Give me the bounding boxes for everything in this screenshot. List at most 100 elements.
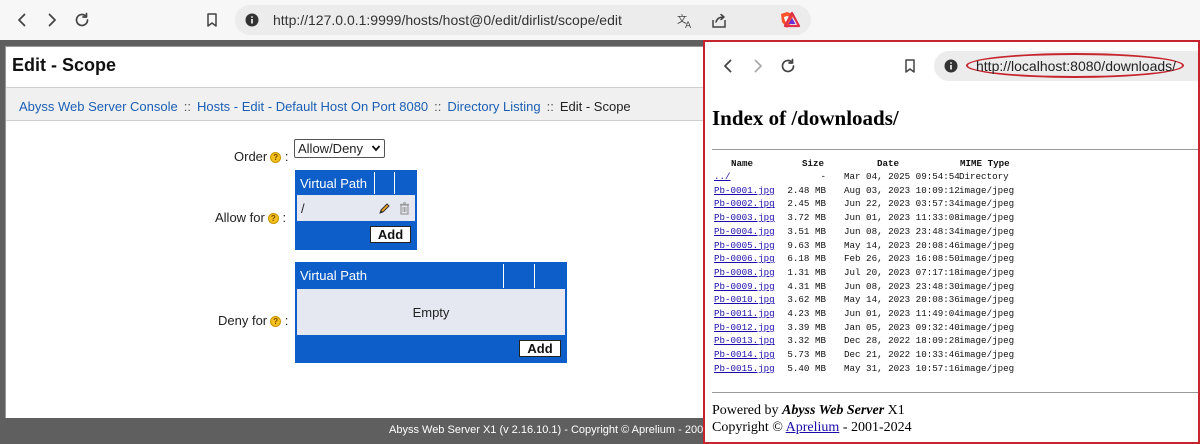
deny-for-label: Deny for — [218, 313, 268, 328]
file-link[interactable]: Pb-0014.jpg — [714, 349, 775, 360]
copyright-link[interactable]: Aprelium — [786, 420, 840, 435]
file-link[interactable]: Pb-0013.jpg — [714, 335, 775, 346]
forward-icon — [48, 13, 56, 27]
reload-icon — [781, 58, 795, 73]
file-date: Jun 08, 2023 23:48:30 — [844, 280, 960, 292]
popup-reload-button[interactable] — [779, 57, 797, 75]
file-size: 3.72 MB — [787, 212, 826, 224]
address-bar[interactable]: http://127.0.0.1:9999/hosts/host@0/edit/… — [235, 5, 811, 35]
deny-for-empty-text: Empty — [412, 305, 450, 320]
file-size: 4.23 MB — [787, 308, 826, 319]
file-link[interactable]: Pb-0011.jpg — [714, 308, 775, 319]
help-icon[interactable]: ? — [267, 213, 279, 225]
console-panel: Edit - Scope Abyss Web Server Console:: H… — [5, 46, 706, 419]
breadcrumb-console[interactable]: Abyss Web Server Console — [19, 99, 178, 114]
file-size: 2.48 MB — [787, 184, 826, 196]
translate-icon[interactable]: 文A — [676, 12, 694, 30]
trash-icon[interactable] — [398, 201, 411, 215]
allow-for-add-button[interactable]: Add — [370, 226, 411, 243]
file-size: 9.63 MB — [787, 239, 826, 251]
site-info-icon[interactable] — [245, 13, 259, 27]
help-icon[interactable]: ? — [270, 152, 282, 164]
file-link[interactable]: Pb-0001.jpg — [714, 185, 775, 196]
file-link[interactable]: Pb-0004.jpg — [714, 226, 775, 237]
file-mime-type: image/jpeg — [959, 335, 1015, 347]
file-link[interactable]: Pb-0009.jpg — [714, 281, 775, 292]
file-mime-type: image/jpeg — [959, 362, 1015, 374]
page-title: Edit - Scope — [12, 55, 117, 75]
site-info-icon[interactable] — [944, 59, 958, 73]
file-link[interactable]: Pb-0005.jpg — [714, 240, 775, 251]
edit-pencil-icon[interactable] — [378, 202, 391, 215]
column-size: Size — [801, 158, 824, 169]
file-size: 5.73 MB — [787, 349, 826, 361]
file-mime-type: image/jpeg — [959, 184, 1015, 196]
help-icon[interactable]: ? — [270, 316, 282, 328]
breadcrumb-current: Edit - Scope — [559, 99, 631, 114]
allow-for-row: / — [297, 195, 415, 221]
svg-text:A: A — [685, 21, 692, 30]
reload-button[interactable] — [70, 8, 94, 32]
deny-for-footer: Add — [297, 335, 565, 361]
order-label: Order — [234, 149, 268, 164]
file-size: 5.40 MB — [787, 362, 826, 374]
breadcrumb-separator: :: — [183, 99, 191, 114]
file-mime-type: image/jpeg — [959, 308, 1015, 319]
bookmark-button[interactable] — [200, 8, 224, 32]
popup-address-bar[interactable]: http://localhost:8080/downloads/ — [934, 51, 1198, 81]
file-link[interactable]: Pb-0008.jpg — [714, 267, 775, 278]
label-colon: : — [282, 210, 287, 225]
file-mime-type: image/jpeg — [959, 225, 1015, 237]
order-label-row: Order? : — [234, 149, 288, 164]
file-link[interactable]: Pb-0002.jpg — [714, 198, 775, 209]
reload-icon — [75, 12, 89, 27]
file-date: May 14, 2023 20:08:36 — [844, 294, 960, 306]
label-colon: : — [284, 313, 289, 328]
column-date: Date — [877, 158, 900, 169]
file-mime-type: image/jpeg — [959, 198, 1015, 210]
browser-toolbar: http://127.0.0.1:9999/hosts/host@0/edit/… — [0, 0, 1200, 40]
file-link[interactable]: Pb-0010.jpg — [714, 294, 775, 305]
copyright-suffix: - 2001-2024 — [842, 420, 912, 435]
file-date: Aug 03, 2023 10:09:12 — [844, 184, 960, 196]
file-date: May 31, 2023 10:57:16 — [844, 362, 960, 374]
breadcrumb: Abyss Web Server Console:: Hosts - Edit -… — [6, 87, 706, 121]
order-select[interactable]: Allow/Deny — [294, 139, 385, 158]
deny-for-add-button[interactable]: Add — [519, 340, 561, 357]
file-link[interactable]: Pb-0003.jpg — [714, 212, 775, 223]
file-mime-type: image/jpeg — [959, 239, 1015, 251]
breadcrumb-host-edit[interactable]: Hosts - Edit - Default Host On Port 8080 — [197, 99, 428, 114]
console-footer: Abyss Web Server X1 (v 2.16.10.1) - Copy… — [0, 418, 713, 444]
breadcrumb-directory-listing[interactable]: Directory Listing — [447, 99, 540, 114]
popup-browser-window: http://localhost:8080/downloads/ Index o… — [703, 40, 1200, 444]
order-select-value: Allow/Deny — [298, 141, 364, 156]
file-mime-type: image/jpeg — [959, 349, 1015, 361]
file-mime-type: image/jpeg — [959, 212, 1015, 224]
address-url[interactable]: http://127.0.0.1:9999/hosts/host@0/edit/… — [273, 12, 622, 28]
file-link[interactable]: Pb-0006.jpg — [714, 253, 775, 264]
console-window: Edit - Scope Abyss Web Server Console:: H… — [0, 40, 706, 444]
console-footer-text: Abyss Web Server X1 (v 2.16.10.1) - Copy… — [389, 424, 713, 436]
file-size: 4.31 MB — [787, 280, 826, 292]
file-link[interactable]: Pb-0015.jpg — [714, 363, 775, 374]
popup-forward-button[interactable] — [749, 57, 767, 75]
popup-bookmark-button[interactable] — [901, 57, 919, 75]
file-link[interactable]: Pb-0012.jpg — [714, 322, 775, 333]
popup-back-button[interactable] — [719, 57, 737, 75]
file-mime-type: image/jpeg — [959, 321, 1015, 333]
share-icon[interactable] — [710, 12, 728, 30]
column-name: Name — [731, 158, 754, 169]
forward-button[interactable] — [40, 8, 64, 32]
file-size: 1.31 MB — [787, 266, 826, 278]
allow-for-column-virtual-path: Virtual Path — [300, 176, 367, 191]
brave-rewards-icon[interactable] — [783, 11, 801, 29]
breadcrumb-separator: :: — [434, 99, 442, 114]
popup-address-url[interactable]: http://localhost:8080/downloads/ — [976, 58, 1176, 74]
back-button[interactable] — [10, 8, 34, 32]
file-mime-type: Directory — [959, 171, 1009, 182]
file-link[interactable]: ../ — [714, 171, 731, 182]
powered-brand: Abyss Web Server — [782, 403, 885, 418]
file-size: - — [820, 171, 826, 182]
forward-icon — [754, 59, 762, 73]
server-signature: Powered by Abyss Web Server X1 Copyright… — [712, 402, 912, 436]
